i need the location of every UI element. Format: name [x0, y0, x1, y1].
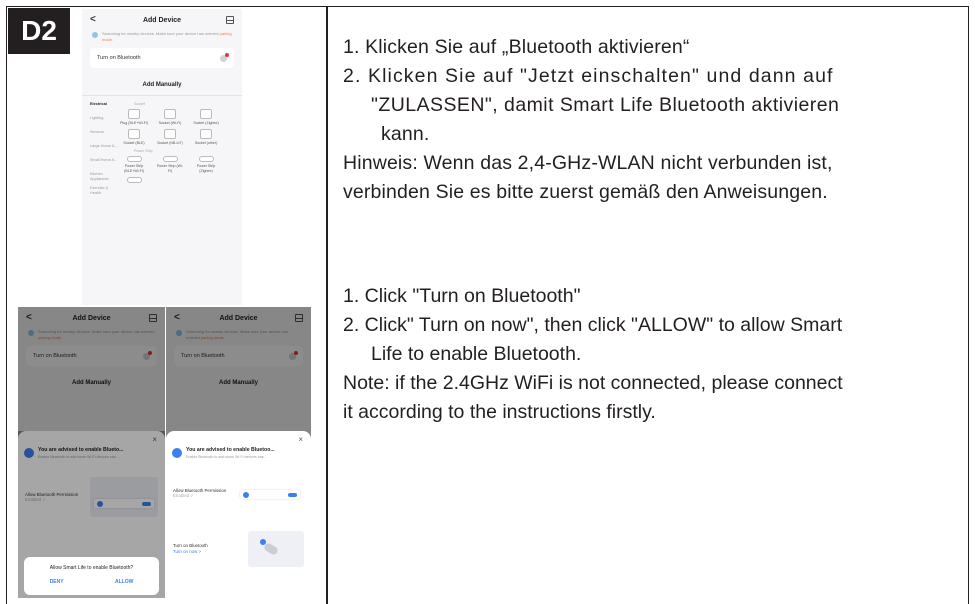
radar-icon — [92, 32, 98, 38]
device-item[interactable]: Socket (Wi-Fi) — [156, 109, 184, 125]
english-note-cont: it according to the instructions firstly… — [343, 401, 656, 423]
advise-row: You are advised to enable Bluetoo... Ena… — [166, 431, 311, 459]
power-strip-icon — [126, 176, 142, 183]
english-step-1: 1. Click "Turn on Bluetooth" — [343, 285, 581, 307]
tap-illustration — [248, 531, 304, 567]
add-manually-heading: Add Manually — [142, 82, 182, 88]
app-header: < Add Device — [82, 9, 242, 31]
german-step-2-cont: "ZULASSEN", damit Smart Life Bluetooth a… — [371, 94, 840, 116]
permission-illustration — [236, 473, 304, 513]
scan-icon[interactable] — [226, 16, 234, 24]
device-item[interactable]: Socket (other) — [192, 129, 220, 145]
socket-icon — [128, 129, 140, 140]
device-item[interactable]: Socket (Zigbee) — [192, 109, 220, 125]
german-instructions: 1. Klicken Sie auf „Bluetooth aktivieren… — [343, 33, 968, 207]
bluetooth-icon — [172, 448, 182, 458]
turn-on-row: Turn on Bluetooth Turn on now > — [166, 531, 311, 567]
category-item[interactable]: Electrical — [90, 102, 120, 116]
column-divider — [326, 6, 328, 604]
device-item[interactable]: Socket (BLE) — [120, 129, 148, 145]
category-list: Electrical Lighting Sensors Large Home A… — [82, 102, 120, 200]
header-title: Add Device — [142, 16, 182, 24]
device-item[interactable]: Socket (NB-IoT) — [156, 129, 184, 145]
english-step-2: 2. Click" Turn on now", then click "ALLO… — [343, 314, 843, 336]
category-item[interactable]: Exercise & Health — [90, 186, 120, 200]
english-step-2-cont: Life to enable Bluetooth. — [371, 343, 582, 365]
german-note: Hinweis: Wenn das 2,4-GHz-WLAN nicht ver… — [343, 152, 833, 174]
step-badge: D2 — [8, 8, 70, 54]
permission-row: Allow Bluetooth Permission Enabled ✓ — [166, 473, 311, 513]
bluetooth-sheet: × You are advised to enable Bluetoo... E… — [166, 431, 311, 598]
turn-on-bluetooth-card[interactable]: Turn on Bluetooth — [90, 48, 234, 68]
turn-on-now-link[interactable]: Turn on now > — [173, 549, 208, 555]
german-step-2-end: kann. — [381, 123, 430, 145]
bluetooth-icon — [243, 491, 249, 498]
category-item[interactable]: Lighting — [90, 116, 120, 130]
english-note: Note: if the 2.4GHz WiFi is not connecte… — [343, 372, 843, 394]
power-strip-icon — [198, 156, 214, 163]
bluetooth-icon — [220, 52, 229, 62]
socket-section-header: Socket — [134, 102, 145, 106]
allow-button[interactable]: ALLOW — [115, 579, 133, 585]
advise-subtitle: Enable Bluetooth to add some Wi-Fi devic… — [186, 455, 267, 459]
allow-dialog: Allow Smart Life to enable Bluetooth? DE… — [24, 557, 159, 595]
dialog-question: Allow Smart Life to enable Bluetooth? — [49, 565, 134, 571]
permission-state: Enabled ✓ — [173, 493, 195, 498]
category-item[interactable]: Sensors — [90, 130, 120, 144]
socket-icon — [164, 109, 176, 119]
socket-icon — [200, 129, 212, 140]
back-icon[interactable]: < — [90, 14, 96, 25]
german-step-1: 1. Klicken Sie auf „Bluetooth aktivieren… — [343, 36, 690, 58]
searching-notice: Searching for nearby devices. Make sure … — [82, 31, 242, 42]
category-grid: Electrical Lighting Sensors Large Home A… — [82, 96, 242, 200]
device-item[interactable]: Power Strip (Zigbee) — [192, 156, 220, 173]
socket-icon — [200, 109, 212, 119]
category-item[interactable]: Large Home A... — [90, 144, 120, 158]
device-item[interactable]: Power Strip (BLE+Wi-Fi) — [120, 156, 148, 173]
german-step-2: 2. Klicken Sie auf "Jetzt einschalten" u… — [343, 65, 834, 87]
category-item[interactable]: Kitchen Appliances — [90, 172, 120, 186]
screenshot-turn-on-now: < Add Device Searching for nearby device… — [166, 307, 311, 598]
screenshot-add-device: < Add Device Searching for nearby device… — [82, 9, 242, 305]
category-item[interactable]: Small Home A... — [90, 158, 120, 172]
german-note-cont: verbinden Sie es bitte zuerst gemäß den … — [343, 181, 828, 203]
device-item[interactable]: Plug (BLE+Wi-Fi) — [120, 109, 148, 125]
power-strip-icon — [162, 156, 178, 163]
power-strip-section-header: Power Strip — [134, 149, 153, 154]
device-item[interactable] — [120, 176, 148, 185]
device-items: Socket Plug (BLE+Wi-Fi) Socket (Wi-Fi) S… — [120, 102, 242, 200]
socket-icon — [128, 109, 140, 119]
english-instructions: 1. Click "Turn on Bluetooth" 2. Click" T… — [343, 282, 968, 427]
screenshot-allow-dialog: < Add Device Searching for nearby device… — [18, 307, 165, 598]
close-icon[interactable]: × — [298, 435, 303, 444]
device-item[interactable]: Power Strip (Wi-Fi) — [156, 156, 184, 173]
deny-button[interactable]: DENY — [50, 579, 64, 585]
power-strip-icon — [126, 156, 142, 163]
finger-icon — [262, 542, 280, 556]
socket-icon — [164, 129, 176, 140]
toggle-icon — [288, 492, 297, 497]
advise-title: You are advised to enable Bluetoo... — [186, 447, 275, 453]
